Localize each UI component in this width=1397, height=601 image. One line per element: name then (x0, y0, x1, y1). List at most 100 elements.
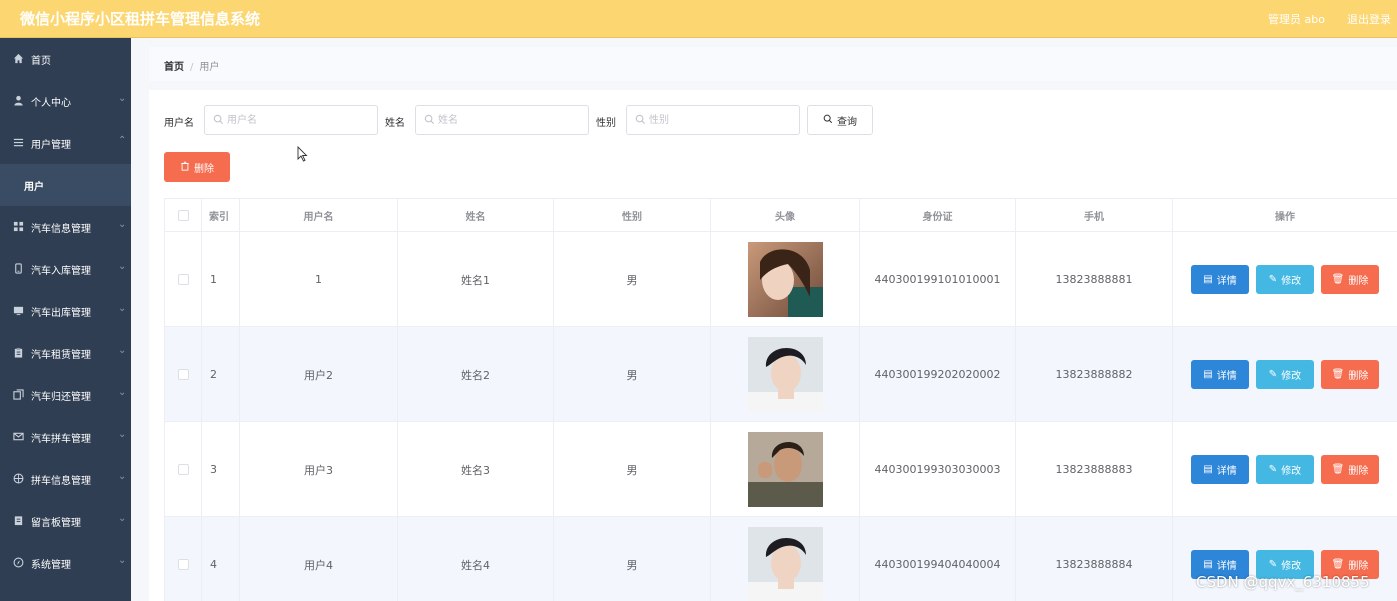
table-row: 2 用户2 姓名2 男 440300199202020002 138238888… (165, 327, 1397, 422)
home-icon (12, 52, 24, 64)
detail-button[interactable]: ▤ 详情 (1191, 265, 1249, 294)
sidebar-item-carpool[interactable]: 汽车拼车管理 ⌄ (0, 416, 131, 458)
pencil-icon: ✎ (1268, 274, 1278, 285)
cell-gender: 男 (554, 422, 711, 517)
cell-avatar (711, 517, 860, 601)
header-gender: 性别 (554, 199, 711, 232)
sidebar-item-message-board[interactable]: 留言板管理 ⌄ (0, 500, 131, 542)
gender-filter-label: 性别 (596, 118, 616, 129)
cell-gender: 男 (554, 517, 711, 601)
row-checkbox[interactable] (177, 274, 189, 285)
row-select-cell (165, 422, 202, 517)
cell-phone: 13823888883 (1016, 422, 1173, 517)
sidebar-item-car-rental[interactable]: 汽车租赁管理 ⌄ (0, 332, 131, 374)
header-index: 索引 (202, 199, 240, 232)
detail-button[interactable]: ▤ 详情 (1191, 360, 1249, 389)
pencil-icon: ✎ (1268, 369, 1278, 380)
document-icon: ▤ (1203, 559, 1213, 570)
header-id-card: 身份证 (860, 199, 1016, 232)
sidebar-item-label: 个人中心 (31, 98, 71, 109)
edit-button[interactable]: ✎ 修改 (1256, 360, 1314, 389)
sidebar-item-user-management[interactable]: 用户管理 ⌃ (0, 122, 131, 164)
username-filter-field[interactable] (204, 105, 378, 135)
edit-button-label: 修改 (1281, 371, 1302, 382)
chevron-down-icon: ⌄ (118, 513, 127, 524)
batch-delete-button[interactable]: 删除 (164, 152, 230, 182)
query-button[interactable]: 查询 (807, 105, 873, 135)
sidebar-item-car-info[interactable]: 汽车信息管理 ⌄ (0, 206, 131, 248)
cell-gender: 男 (554, 327, 711, 422)
sidebar-item-car-return[interactable]: 汽车归还管理 ⌄ (0, 374, 131, 416)
delete-button-label: 删除 (1348, 371, 1369, 382)
sidebar-item-label: 汽车租赁管理 (31, 350, 91, 361)
cell-index: 2 (202, 327, 240, 422)
breadcrumb-home[interactable]: 首页 (164, 62, 184, 73)
breadcrumb-current: 用户 (199, 62, 220, 73)
batch-delete-label: 删除 (194, 163, 214, 175)
mouse-cursor-icon (297, 146, 308, 162)
sidebar-item-label: 用户 (24, 182, 44, 193)
cell-username: 用户3 (240, 422, 398, 517)
select-all-header (165, 199, 202, 232)
row-select-cell (165, 327, 202, 422)
edit-button-label: 修改 (1281, 561, 1302, 572)
sidebar-item-system[interactable]: 系统管理 ⌄ (0, 542, 131, 584)
query-button-label: 查询 (837, 116, 857, 128)
sidebar-item-label: 留言板管理 (31, 518, 81, 529)
globe-icon (12, 472, 24, 484)
monitor-icon (12, 304, 24, 316)
sidebar-item-home[interactable]: 首页 (0, 38, 131, 80)
chevron-down-icon: ⌄ (118, 555, 127, 566)
cell-actions: ▤ 详情 ✎ 修改 🗑 删除 (1173, 327, 1397, 422)
edit-button[interactable]: ✎ 修改 (1256, 455, 1314, 484)
pencil-icon: ✎ (1268, 464, 1278, 475)
name-filter-input[interactable] (438, 112, 583, 128)
cell-id-card: 440300199303030003 (860, 422, 1016, 517)
logout-link[interactable]: 退出登录 (1347, 11, 1391, 27)
breadcrumb: 首页 / 用户 (164, 58, 219, 73)
search-icon (635, 114, 646, 125)
search-icon (424, 114, 435, 125)
gender-filter-field[interactable] (626, 105, 800, 135)
name-filter-field[interactable] (415, 105, 589, 135)
select-all-checkbox[interactable] (177, 209, 189, 221)
row-checkbox[interactable] (177, 464, 189, 475)
header-phone: 手机 (1016, 199, 1173, 232)
sidebar-subitem-user[interactable]: 用户 (0, 164, 131, 206)
search-icon (823, 114, 833, 127)
chevron-down-icon: ⌄ (118, 471, 127, 482)
sidebar-item-label: 首页 (31, 56, 51, 67)
detail-button[interactable]: ▤ 详情 (1191, 455, 1249, 484)
cell-id-card: 440300199202020002 (860, 327, 1016, 422)
mobile-icon (12, 262, 24, 274)
delete-button[interactable]: 🗑 删除 (1321, 455, 1379, 484)
document-icon: ▤ (1203, 464, 1213, 475)
delete-button-label: 删除 (1348, 466, 1369, 477)
cell-name: 姓名1 (398, 232, 554, 327)
row-checkbox[interactable] (177, 559, 189, 570)
cell-username: 用户2 (240, 327, 398, 422)
row-select-cell (165, 517, 202, 601)
sidebar-item-car-inbound[interactable]: 汽车入库管理 ⌄ (0, 248, 131, 290)
sidebar-item-label: 汽车拼车管理 (31, 434, 91, 445)
gender-filter-input[interactable] (649, 112, 794, 128)
row-select-cell (165, 232, 202, 327)
cell-username: 1 (240, 232, 398, 327)
username-filter-input[interactable] (227, 112, 372, 128)
trash-icon: 🗑 (1331, 559, 1345, 570)
sidebar-item-car-outbound[interactable]: 汽车出库管理 ⌄ (0, 290, 131, 332)
table-row: 1 1 姓名1 男 440300199101010001 13823888881… (165, 232, 1397, 327)
cell-actions: ▤ 详情 ✎ 修改 🗑 删除 (1173, 232, 1397, 327)
avatar-image (747, 432, 823, 507)
delete-button[interactable]: 🗑 删除 (1321, 360, 1379, 389)
cell-index: 4 (202, 517, 240, 601)
avatar-image (747, 527, 823, 601)
sidebar-item-carpool-info[interactable]: 拼车信息管理 ⌄ (0, 458, 131, 500)
cell-name: 姓名2 (398, 327, 554, 422)
row-checkbox[interactable] (177, 369, 189, 380)
delete-button[interactable]: 🗑 删除 (1321, 265, 1379, 294)
chevron-down-icon: ⌄ (118, 303, 127, 314)
detail-button-label: 详情 (1216, 466, 1237, 477)
sidebar-item-profile[interactable]: 个人中心 ⌄ (0, 80, 131, 122)
edit-button[interactable]: ✎ 修改 (1256, 265, 1314, 294)
